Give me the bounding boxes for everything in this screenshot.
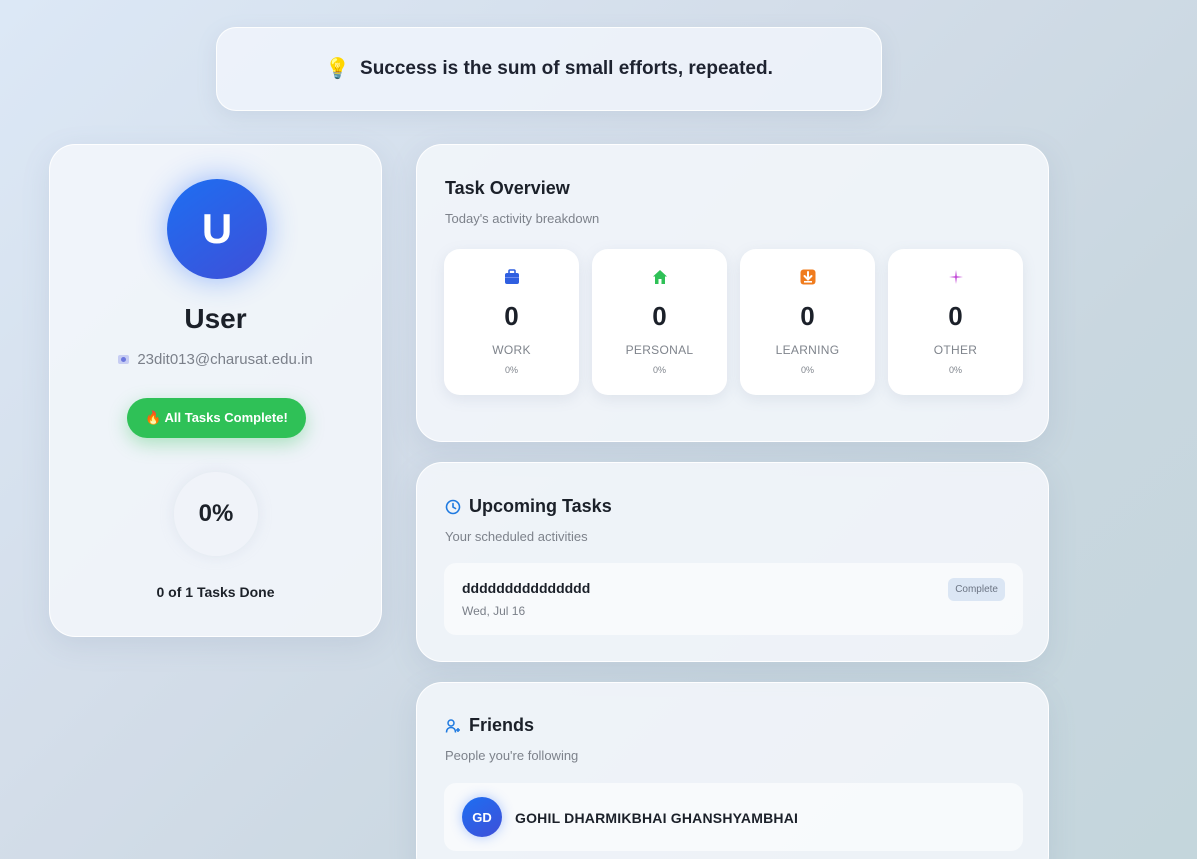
download-icon — [800, 269, 816, 285]
stat-label: WORK — [492, 343, 531, 357]
section-subtitle: Today's activity breakdown — [445, 211, 600, 226]
briefcase-icon — [505, 269, 519, 284]
profile-card: U User 23dit013@charusat.edu.in 🔥 All Ta… — [49, 144, 382, 637]
user-name: User — [184, 303, 247, 334]
sparkle-icon — [949, 270, 963, 284]
email-row: 23dit013@charusat.edu.in — [50, 351, 381, 368]
stat-label: LEARNING — [775, 343, 840, 357]
upcoming-tasks-card: Upcoming Tasks Your scheduled activities… — [416, 462, 1049, 662]
stat-card-work[interactable]: 0 WORK 0% — [444, 249, 579, 395]
section-title: Task Overview — [445, 178, 570, 198]
tasks-done-count: 0 of 1 Tasks Done — [156, 584, 275, 600]
friends-card: Friends People you're following GD GOHIL… — [416, 682, 1049, 859]
section-title: Friends — [445, 715, 534, 736]
stat-percent: 0% — [504, 365, 518, 375]
friend-name: GOHIL DHARMIKBHAI GHANSHYAMBHAI — [515, 810, 799, 826]
motivational-quote-banner: 💡 Success is the sum of small efforts, r… — [216, 27, 882, 111]
task-date: Wed, Jul 16 — [462, 604, 526, 618]
stat-value: 0 — [504, 301, 519, 331]
id-card-icon — [118, 355, 130, 364]
stat-value: 0 — [800, 301, 815, 331]
quote-text: Success is the sum of small efforts, rep… — [360, 58, 773, 79]
user-email: 23dit013@charusat.edu.in — [137, 351, 313, 368]
stat-card-other[interactable]: 0 OTHER 0% — [888, 249, 1023, 395]
avatar[interactable]: GD — [462, 797, 502, 837]
status-badge[interactable]: Complete — [948, 578, 1005, 601]
progress-percent: 0% — [174, 472, 258, 556]
stat-percent: 0% — [652, 365, 666, 375]
stat-label: OTHER — [933, 343, 978, 357]
stat-value: 0 — [652, 301, 667, 331]
section-subtitle: People you're following — [445, 748, 579, 763]
user-plus-icon — [445, 718, 460, 733]
section-title: Upcoming Tasks — [445, 496, 612, 517]
lightbulb-icon: 💡 — [325, 58, 351, 80]
home-icon — [653, 270, 667, 284]
section-subtitle: Your scheduled activities — [445, 529, 588, 544]
avatar[interactable]: U — [167, 179, 267, 279]
list-item[interactable]: ddddddddddddddd Wed, Jul 16 Complete — [444, 563, 1023, 635]
stat-percent: 0% — [800, 365, 814, 375]
stat-value: 0 — [948, 301, 963, 331]
section-title-text: Friends — [469, 715, 535, 735]
stat-card-learning[interactable]: 0 LEARNING 0% — [740, 249, 875, 395]
task-name: ddddddddddddddd — [462, 580, 591, 596]
stat-percent: 0% — [948, 365, 962, 375]
clock-icon — [445, 499, 461, 514]
list-item[interactable]: GD GOHIL DHARMIKBHAI GHANSHYAMBHAI — [444, 783, 1023, 851]
stat-card-personal[interactable]: 0 PERSONAL 0% — [592, 249, 727, 395]
status-badge[interactable]: 🔥 All Tasks Complete! — [127, 398, 306, 438]
section-title-text: Upcoming Tasks — [469, 496, 612, 516]
stat-label: PERSONAL — [625, 343, 694, 357]
task-overview-card: Task Overview Today's activity breakdown… — [416, 144, 1049, 442]
